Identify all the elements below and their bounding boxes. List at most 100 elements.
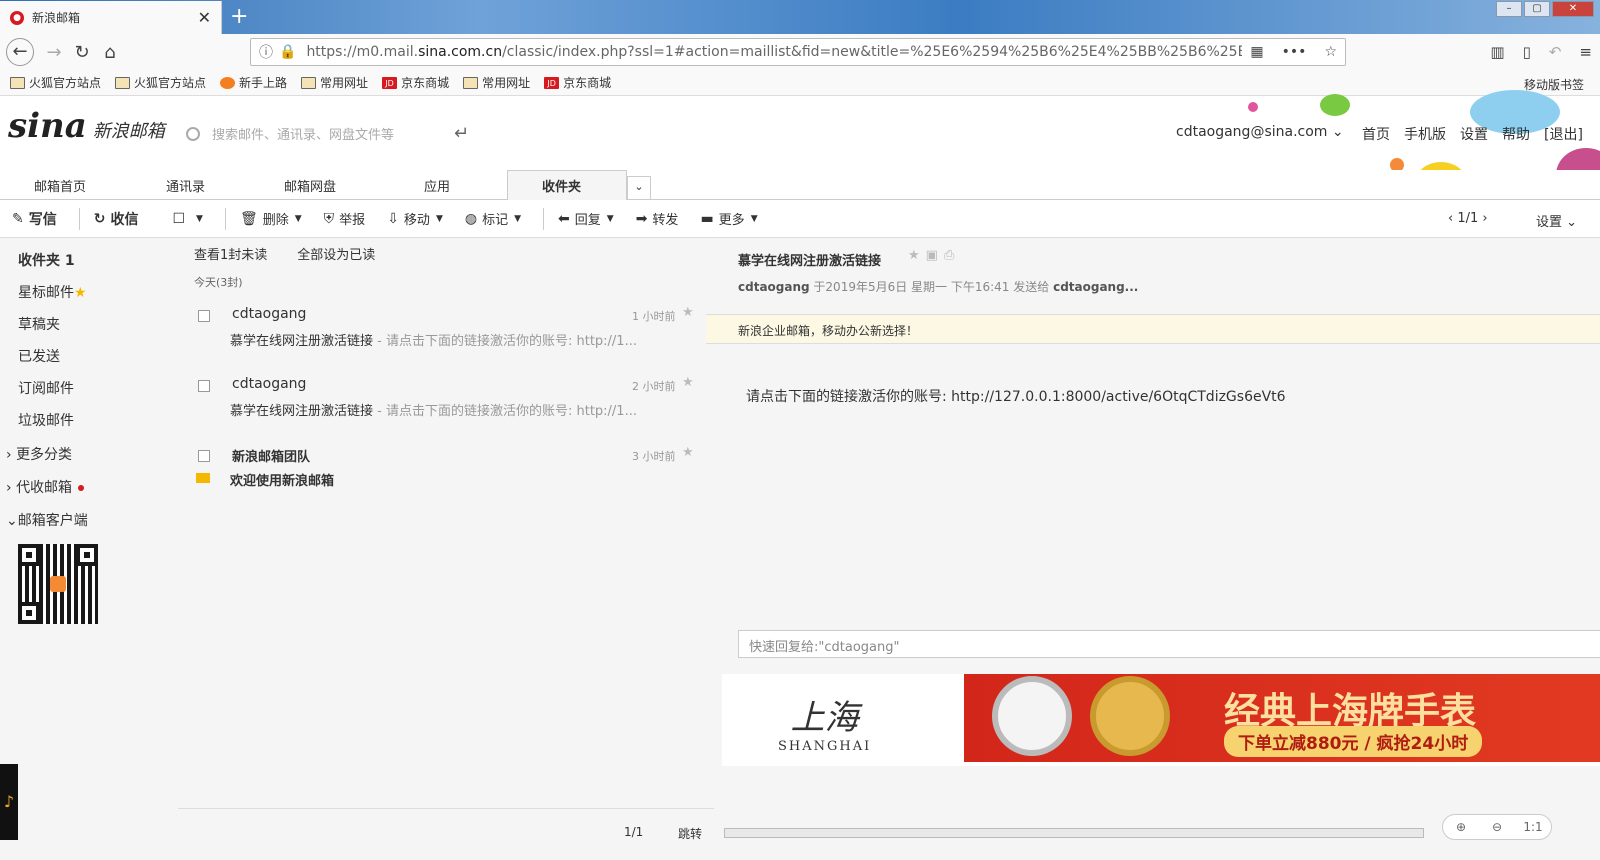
bookmark-item[interactable]: JD 京东商城 (544, 74, 611, 91)
folder-spam[interactable]: 垃圾邮件 (18, 410, 74, 430)
image-icon[interactable]: ▣ (926, 248, 944, 263)
folder-client[interactable]: ⌄邮箱客户端 (6, 510, 88, 530)
mail-list-item[interactable]: 新浪邮箱团队 3 小时前 ★ 欢迎使用新浪邮箱 (178, 440, 714, 506)
qr-code-icon[interactable]: ▦ (1250, 44, 1263, 60)
mail-header: sina 新浪邮箱 搜索邮件、通讯录、网盘文件等 ↵ cdtaogang@sin… (0, 90, 1600, 202)
view-unread-link[interactable]: 查看1封未读 (194, 244, 267, 263)
quick-reply-input[interactable]: 快速回复给:"cdtaogang" (738, 630, 1600, 658)
horizontal-scrollbar[interactable] (724, 828, 1424, 838)
info-icon[interactable]: ⓘ (259, 42, 273, 62)
zoom-out-icon[interactable]: ⊖ (1479, 820, 1515, 834)
mail-checkbox[interactable] (198, 450, 210, 462)
url-bar[interactable]: ⓘ 🔒 https://m0.mail.sina.com.cn/classic/… (250, 38, 1346, 66)
mail-body[interactable]: 请点击下面的链接激活你的账号: http://127.0.0.1:8000/ac… (746, 386, 1286, 406)
logout-link[interactable]: [退出] (1544, 124, 1583, 144)
ad-banner[interactable]: 上海 SHANGHAI 经典上海牌手表 下单立减880元 / 疯抢24小时 (722, 674, 1600, 766)
prev-page-icon[interactable]: ‹ (1448, 211, 1457, 226)
mail-checkbox[interactable] (198, 380, 210, 392)
delete-button[interactable]: 🗑 删除 ▼ (240, 209, 302, 229)
toolbar-pager[interactable]: ‹ 1/1 › (1448, 211, 1488, 226)
sina-mail-logo[interactable]: sina 新浪邮箱 (8, 106, 165, 146)
tab-mail-home[interactable]: 邮箱首页 (34, 176, 86, 195)
star-icon[interactable]: ★ (682, 375, 694, 390)
bookmark-item[interactable]: JD 京东商城 (382, 74, 449, 91)
shanghai-logo: 上海 SHANGHAI (778, 698, 872, 754)
minimize-button[interactable]: – (1496, 1, 1522, 17)
more-actions-icon[interactable]: ••• (1282, 44, 1307, 60)
close-window-button[interactable]: ✕ (1552, 1, 1594, 17)
bookmark-item[interactable]: 常用网址 (463, 74, 530, 91)
bookmark-item[interactable]: 新手上路 (220, 74, 287, 91)
library-icon[interactable]: ▥ (1490, 43, 1504, 61)
folder-sent[interactable]: 已发送 (18, 346, 60, 366)
tab-netdisk[interactable]: 邮箱网盘 (284, 176, 336, 195)
bookmark-item[interactable]: 火狐官方站点 (115, 74, 206, 91)
select-dropdown[interactable]: ☐ ▼ (172, 211, 202, 227)
enter-icon[interactable]: ↵ (454, 123, 469, 144)
print-icon[interactable]: ⎙ (944, 248, 960, 263)
close-tab-icon[interactable]: ✕ (198, 8, 211, 27)
mail-from: 新浪邮箱团队 (232, 450, 311, 465)
checkbox-icon: ☐ (172, 210, 186, 227)
move-button[interactable]: ⇩ 移动 ▼ (387, 209, 443, 229)
folder-inbox[interactable]: 收件夹 1 (18, 250, 75, 270)
forward-button[interactable]: → (40, 42, 68, 63)
bookmark-star-icon[interactable]: ☆ (1324, 44, 1337, 60)
folder-subscribed[interactable]: 订阅邮件 (18, 378, 74, 398)
bookmark-item[interactable]: 火狐官方站点 (10, 74, 101, 91)
browser-tab-title: 新浪邮箱 (32, 11, 81, 25)
help-link[interactable]: 帮助 (1502, 124, 1530, 144)
folder-more[interactable]: › 更多分类 (6, 444, 72, 464)
browser-tab[interactable]: ● 新浪邮箱 ✕ (0, 1, 222, 34)
star-icon[interactable]: ★ (682, 445, 694, 460)
chevron-down-icon: ▼ (750, 213, 758, 224)
report-button[interactable]: ⛨ 举报 (324, 209, 366, 229)
mail-list-item[interactable]: cdtaogang 1 小时前 ★ 慕学在线网注册激活链接 - 请点击下面的链接… (178, 300, 714, 366)
url-text[interactable]: https://m0.mail.sina.com.cn/classic/inde… (306, 44, 1242, 60)
jump-button[interactable]: 跳转 (678, 825, 702, 842)
receive-button[interactable]: ↻ 收信 (94, 209, 139, 229)
account-menu[interactable]: cdtaogang@sina.com ⌄ (1176, 124, 1344, 140)
mobile-link[interactable]: 手机版 (1404, 124, 1446, 144)
zoom-in-icon[interactable]: ⊕ (1443, 820, 1479, 834)
music-note-icon[interactable]: ♪ (0, 764, 18, 840)
reply-button[interactable]: ⬅ 回复 ▼ (558, 209, 614, 229)
mark-all-read-link[interactable]: 全部设为已读 (297, 244, 375, 263)
home-link[interactable]: 首页 (1362, 124, 1390, 144)
mail-checkbox[interactable] (198, 310, 210, 322)
tab-apps[interactable]: 应用 (424, 176, 450, 195)
folder-collect[interactable]: › 代收邮箱 (6, 477, 85, 497)
mail-search[interactable]: 搜索邮件、通讯录、网盘文件等 ↵ (186, 123, 469, 144)
star-icon[interactable]: ★ (908, 248, 926, 263)
new-tab-button[interactable]: + (230, 4, 248, 29)
forward-button[interactable]: ➡ 转发 (636, 209, 679, 229)
star-icon[interactable]: ★ (682, 305, 694, 320)
back-button[interactable]: ← (6, 38, 34, 66)
menu-icon[interactable]: ≡ (1579, 43, 1592, 61)
tab-contacts[interactable]: 通讯录 (166, 176, 205, 195)
home-button[interactable]: ⌂ (96, 42, 124, 63)
reload-button[interactable]: ↻ (68, 42, 96, 63)
chevron-down-icon: ▼ (196, 213, 203, 224)
tabs-dropdown-icon[interactable]: ⌄ (627, 176, 651, 200)
notice-banner[interactable]: 新浪企业邮箱，移动办公新选择！ (706, 314, 1600, 344)
search-input[interactable]: 搜索邮件、通讯录、网盘文件等 (212, 124, 394, 143)
mobile-bookmarks[interactable]: 移动版书签 (1524, 76, 1584, 93)
compose-button[interactable]: ✎ 写信 (12, 209, 57, 229)
zoom-reset-button[interactable]: 1:1 (1515, 820, 1551, 834)
maximize-button[interactable]: ▢ (1524, 1, 1550, 17)
folder-drafts[interactable]: 草稿夹 (18, 314, 60, 334)
undo-icon[interactable]: ↶ (1549, 43, 1562, 61)
toolbar-settings[interactable]: 设置 ⌄ (1536, 211, 1577, 230)
sidebar-toggle-icon[interactable]: ▯ (1523, 43, 1531, 61)
watch-ad[interactable]: 经典上海牌手表 下单立减880元 / 疯抢24小时 (964, 674, 1600, 762)
settings-link[interactable]: 设置 (1460, 124, 1488, 144)
folder-starred[interactable]: 星标邮件★ (18, 282, 87, 302)
more-button[interactable]: ▬ 更多 ▼ (700, 209, 758, 229)
mail-list-item[interactable]: cdtaogang 2 小时前 ★ 慕学在线网注册激活链接 - 请点击下面的链接… (178, 370, 714, 436)
next-page-icon[interactable]: › (1478, 211, 1487, 226)
mail-subject: 慕学在线网注册激活链接 - 请点击下面的链接激活你的账号: http://1..… (230, 334, 637, 349)
mark-button[interactable]: ◍ 标记 ▼ (465, 209, 521, 229)
bookmark-item[interactable]: 常用网址 (301, 74, 368, 91)
tab-inbox[interactable]: 收件夹 (542, 176, 581, 195)
